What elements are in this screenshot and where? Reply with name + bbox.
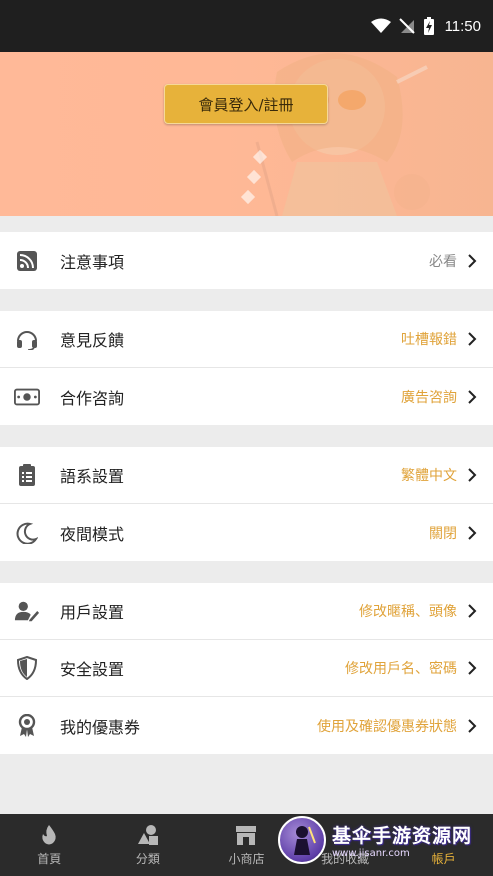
moon-icon	[14, 520, 40, 546]
menu-label: 用戶設置	[60, 603, 125, 622]
tab-categories[interactable]: 分類	[99, 814, 198, 876]
menu-hint: 修改暱稱、頭像	[359, 604, 457, 620]
menu-section: 語系設置 繁體中文夜間模式 關閉	[0, 447, 493, 561]
watermark: 基伞手游资源网 www.jisanr.com	[278, 810, 493, 870]
menu-row-money[interactable]: 合作咨詢 廣告咨詢	[0, 368, 493, 425]
menu-hint: 必看	[429, 253, 457, 270]
battery-charging-icon	[423, 17, 435, 35]
menu-hint: 關閉	[429, 525, 457, 542]
menu-label: 我的優惠券	[60, 717, 141, 737]
award-icon	[14, 713, 40, 739]
watermark-title: 基伞手游资源网	[332, 825, 473, 847]
menu-hint: 使用及確認優惠券狀態	[317, 718, 457, 735]
settings-menu: 注意事項 必看意見反饋 吐槽報錯合作咨詢 廣告咨詢語系設置 繁體中文夜間模式 關閉用戶設置…	[0, 232, 493, 754]
menu-label: 意見反饋	[60, 331, 125, 350]
chevron-right-icon	[467, 603, 479, 619]
shapes-icon	[136, 824, 160, 846]
menu-label: 合作咨詢	[60, 388, 125, 408]
clock: 11:50	[444, 17, 481, 35]
menu-label: 安全設置	[60, 660, 125, 679]
section-divider	[0, 425, 493, 447]
chevron-right-icon	[467, 525, 479, 541]
store-icon	[234, 824, 258, 846]
flame-icon	[37, 824, 61, 846]
section-divider	[0, 289, 493, 311]
money-icon	[14, 384, 40, 410]
menu-hint: 廣告咨詢	[401, 389, 457, 406]
menu-row-clipboard[interactable]: 語系設置 繁體中文	[0, 447, 493, 504]
chevron-right-icon	[467, 660, 479, 676]
login-register-button[interactable]: 會員登入/註冊	[164, 84, 328, 124]
menu-row-moon[interactable]: 夜間模式 關閉	[0, 504, 493, 561]
menu-label: 注意事項	[60, 252, 125, 272]
menu-label: 夜間模式	[60, 524, 125, 544]
menu-hint: 吐槽報錯	[401, 332, 457, 348]
anime-character-illustration	[240, 53, 430, 216]
menu-label: 語系設置	[60, 467, 125, 486]
menu-row-shield[interactable]: 安全設置 修改用戶名、密碼	[0, 640, 493, 697]
tab-label: 首頁	[37, 851, 62, 866]
tab-label: 分類	[135, 851, 160, 866]
menu-row-award[interactable]: 我的優惠券 使用及確認優惠券狀態	[0, 697, 493, 754]
shield-icon	[14, 655, 40, 681]
wifi-icon	[370, 18, 391, 34]
menu-row-rss[interactable]: 注意事項 必看	[0, 232, 493, 289]
user-edit-icon	[14, 598, 40, 624]
tab-home[interactable]: 首頁	[0, 814, 99, 876]
headset-icon	[14, 326, 40, 352]
chevron-right-icon	[467, 389, 479, 405]
clipboard-icon	[14, 462, 40, 488]
menu-hint: 修改用戶名、密碼	[345, 661, 457, 677]
menu-section: 意見反饋 吐槽報錯合作咨詢 廣告咨詢	[0, 311, 493, 425]
menu-section: 用戶設置 修改暱稱、頭像安全設置 修改用戶名、密碼我的優惠券 使用及確認優惠券狀態	[0, 583, 493, 754]
profile-banner: 會員登入/註冊	[0, 52, 493, 216]
chevron-right-icon	[467, 467, 479, 483]
menu-row-user-edit[interactable]: 用戶設置 修改暱稱、頭像	[0, 583, 493, 640]
section-divider	[0, 561, 493, 583]
menu-row-headset[interactable]: 意見反饋 吐槽報錯	[0, 311, 493, 368]
status-bar: 11:50	[0, 0, 493, 52]
rss-icon	[14, 248, 40, 274]
tab-label: 小商店	[228, 851, 265, 866]
chevron-right-icon	[467, 331, 479, 347]
chevron-right-icon	[467, 718, 479, 734]
watermark-url: www.jisanr.com	[332, 848, 410, 859]
no-signal-icon	[398, 18, 415, 34]
menu-hint: 繁體中文	[401, 468, 457, 484]
watermark-logo-icon	[278, 816, 326, 864]
menu-section: 注意事項 必看	[0, 232, 493, 289]
chevron-right-icon	[467, 253, 479, 269]
